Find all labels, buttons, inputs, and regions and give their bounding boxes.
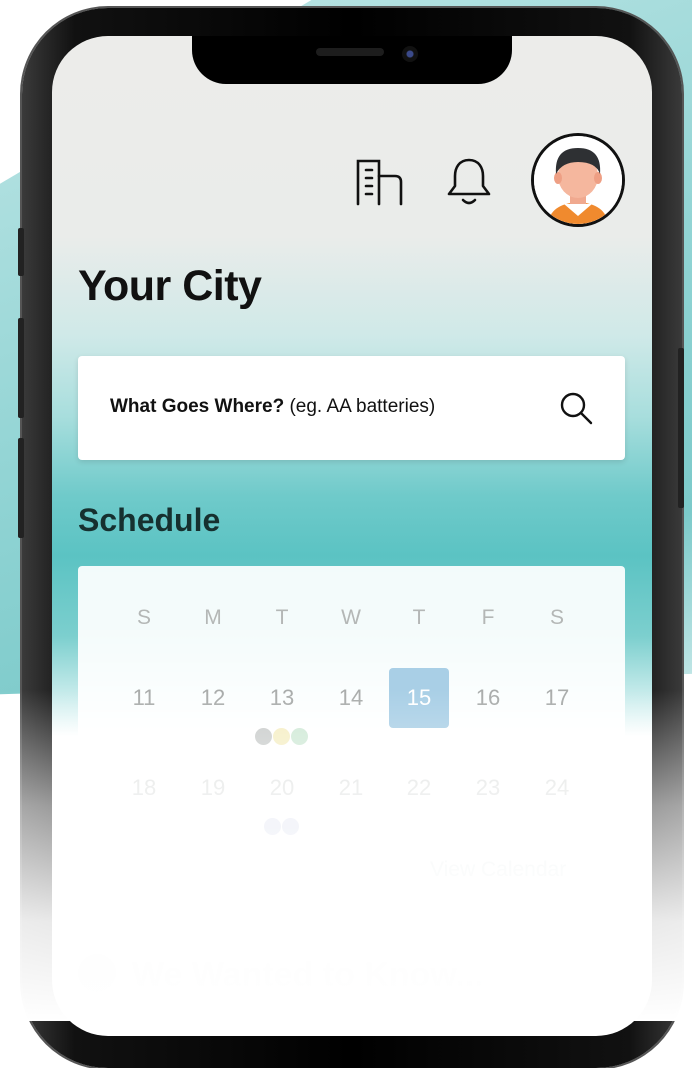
weekday-sun: S	[136, 606, 151, 629]
week-row: 18 19 20 21 22 23 24	[78, 768, 625, 808]
search-bar[interactable]: What Goes Where? (eg. AA batteries)	[78, 356, 625, 460]
calendar-day-selected[interactable]: 15	[389, 668, 449, 728]
schedule-title: Schedule	[78, 502, 221, 538]
power-button	[678, 348, 684, 508]
weekday-header-row: S M T W T F S	[78, 598, 625, 638]
view-calendar-link[interactable]: View Calendar	[430, 858, 566, 882]
weekday-mon: M	[204, 606, 222, 629]
calendar-day[interactable]: 14	[321, 678, 381, 718]
calendar-day[interactable]: 18	[114, 768, 174, 808]
mute-switch	[18, 228, 24, 276]
calendar-day[interactable]: 21	[321, 768, 381, 808]
collection-dot-green	[291, 728, 308, 745]
weekday-sat: S	[549, 606, 564, 629]
question-icon	[78, 954, 116, 993]
calendar-day[interactable]: 22	[389, 768, 449, 808]
collection-dot-gray	[255, 728, 272, 745]
collection-dot-blue	[282, 818, 299, 835]
avatar-illustration	[534, 136, 622, 224]
collection-dot-yellow	[273, 728, 290, 745]
bell-icon[interactable]	[445, 156, 493, 208]
search-icon[interactable]	[558, 390, 594, 426]
weekday-thu: T	[412, 606, 426, 629]
collection-dot-blue	[264, 818, 281, 835]
building-icon[interactable]	[355, 158, 405, 208]
weekday-tue: T	[275, 606, 289, 629]
volume-up-button	[18, 318, 24, 418]
weekday-wed: W	[341, 606, 361, 629]
calendar-day[interactable]: 20	[252, 768, 312, 808]
weekday-fri: F	[481, 606, 495, 629]
search-label-bold: What Goes Where?	[110, 396, 285, 417]
calendar-day[interactable]: 19	[183, 768, 243, 808]
page-title: Your City	[78, 262, 262, 310]
calendar-day[interactable]: 13	[252, 678, 312, 718]
calendar-day[interactable]: 17	[527, 678, 587, 718]
faq-heading: We Wanted to Know...	[78, 954, 484, 996]
calendar-day[interactable]: 16	[458, 678, 518, 718]
notch	[192, 36, 512, 84]
avatar[interactable]	[531, 133, 625, 227]
week-row: 11 12 13 14 15 16 17	[78, 668, 625, 728]
search-hint: (eg. AA batteries)	[289, 396, 436, 417]
volume-down-button	[18, 438, 24, 538]
calendar-day[interactable]: 11	[114, 678, 174, 718]
calendar-day[interactable]: 12	[183, 678, 243, 718]
search-label: What Goes Where? (eg. AA batteries)	[110, 396, 435, 418]
calendar-card: S M T W T F S 11 12 13 14 15 16 17 18 19…	[78, 566, 625, 928]
calendar-day[interactable]: 24	[527, 768, 587, 808]
camera-icon	[402, 46, 418, 62]
faq-title: We Wanted to Know...	[132, 956, 484, 994]
calendar-day[interactable]: 23	[458, 768, 518, 808]
